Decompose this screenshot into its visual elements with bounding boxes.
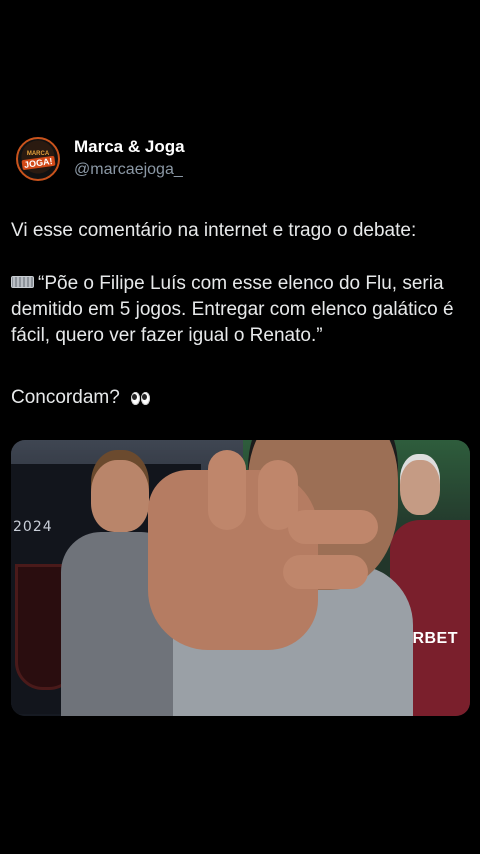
year-label: 2024 — [13, 519, 53, 535]
eyes-emoji-icon — [131, 387, 151, 413]
username-handle[interactable]: @marcaejoga_ — [74, 159, 185, 181]
post-text-quote: “Põe o Filipe Luís com esse elenco do Fl… — [11, 271, 471, 349]
post-text-question: Concordam? — [11, 385, 471, 413]
post: MARCA JOGA! Marca & Joga @marcaejoga_ Vi… — [0, 0, 480, 854]
author-info: Marca & Joga @marcaejoga_ — [74, 137, 185, 181]
avatar[interactable]: MARCA JOGA! — [16, 137, 60, 181]
post-header: MARCA JOGA! Marca & Joga @marcaejoga_ — [16, 137, 185, 181]
display-name[interactable]: Marca & Joga — [74, 137, 185, 157]
post-text-intro: Vi esse comentário na internet e trago o… — [11, 220, 417, 241]
center-man — [133, 440, 413, 716]
keyboard-icon — [11, 276, 34, 288]
question-text: Concordam? — [11, 387, 120, 408]
hand-gesture — [148, 450, 378, 650]
post-image[interactable]: 2024 ERBET — [11, 440, 470, 716]
quote-text: “Põe o Filipe Luís com esse elenco do Fl… — [11, 273, 454, 346]
